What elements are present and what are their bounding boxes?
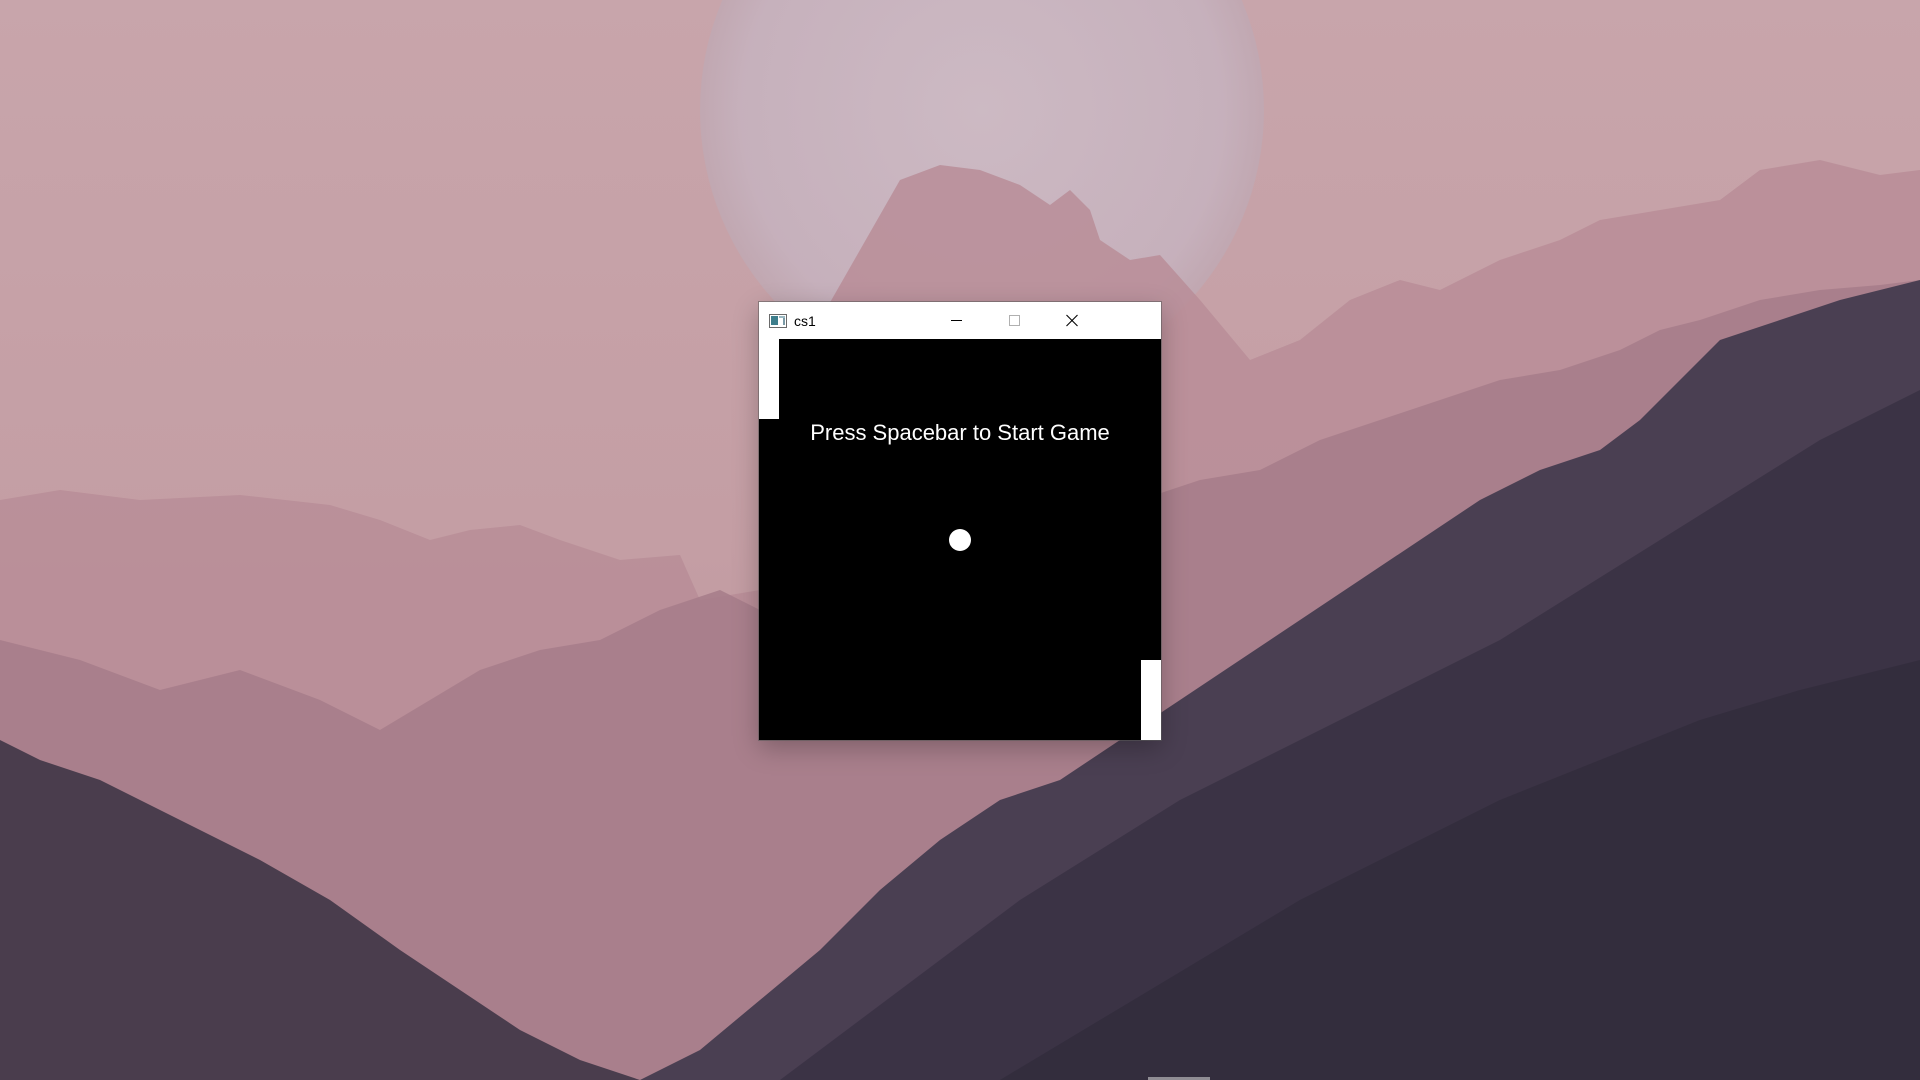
minimize-icon [951, 320, 962, 321]
app-window-icon [769, 314, 787, 328]
window-title: cs1 [794, 313, 816, 329]
desktop: cs1 Press Spacebar to Start Game [0, 0, 1920, 1080]
ball [949, 529, 971, 551]
game-window[interactable]: cs1 Press Spacebar to Start Game [759, 302, 1161, 740]
maximize-icon [1009, 315, 1020, 326]
game-canvas[interactable]: Press Spacebar to Start Game [759, 339, 1161, 740]
start-prompt: Press Spacebar to Start Game [810, 420, 1110, 445]
close-button[interactable] [1043, 302, 1101, 339]
right-paddle [1141, 660, 1161, 740]
close-icon [1066, 314, 1078, 327]
window-titlebar[interactable]: cs1 [759, 302, 1161, 339]
left-paddle [759, 339, 779, 419]
maximize-button[interactable] [985, 302, 1043, 339]
minimize-button[interactable] [927, 302, 985, 339]
